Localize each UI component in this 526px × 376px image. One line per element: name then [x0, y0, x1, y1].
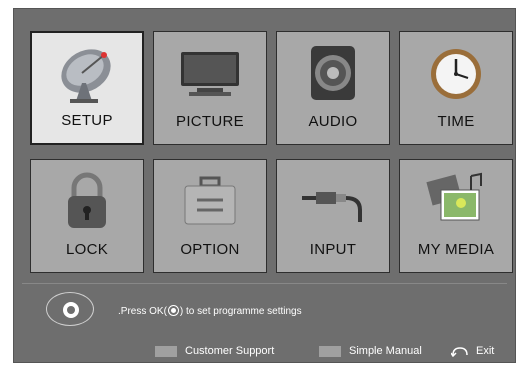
tile-label: SETUP	[61, 112, 113, 129]
tile-label: OPTION	[180, 241, 240, 258]
speaker-icon	[311, 46, 355, 100]
tile-time[interactable]: TIME	[399, 31, 513, 145]
color-key-icon	[319, 345, 341, 357]
tile-label: PICTURE	[176, 113, 244, 130]
cable-plug-icon	[302, 192, 362, 222]
tile-picture[interactable]: PICTURE	[153, 31, 267, 145]
clock-icon	[431, 49, 481, 99]
tile-label: LOCK	[65, 241, 109, 258]
satellite-dish-icon	[61, 49, 111, 103]
simple-manual-button[interactable]: Simple Manual	[319, 345, 422, 357]
tile-input[interactable]: INPUT	[276, 159, 390, 273]
main-menu-screen: SETUP PICTURE AUDIO TIME LOCK OPTION INP…	[13, 8, 516, 363]
tile-label: INPUT	[309, 241, 357, 258]
tile-lock[interactable]: LOCK	[30, 159, 144, 273]
media-photos-icon	[426, 172, 482, 221]
toolbox-icon	[184, 176, 236, 225]
monitor-icon	[181, 52, 239, 96]
exit-button[interactable]: Exit	[451, 345, 494, 357]
customer-support-button[interactable]: Customer Support	[155, 345, 274, 357]
color-key-icon	[155, 345, 177, 357]
tile-setup[interactable]: SETUP	[30, 31, 144, 145]
return-icon	[451, 346, 468, 357]
padlock-icon	[68, 172, 106, 228]
ok-icon	[167, 305, 179, 316]
hint-text: .Press OK() to set programme settings	[118, 305, 302, 317]
tile-option[interactable]: OPTION	[153, 159, 267, 273]
tile-my-media[interactable]: MY MEDIA	[399, 159, 513, 273]
tile-label: MY MEDIA	[417, 241, 495, 258]
tile-label: AUDIO	[308, 113, 358, 130]
ok-button-icon	[46, 292, 94, 326]
divider	[22, 283, 507, 284]
tile-label: TIME	[437, 113, 475, 130]
tile-audio[interactable]: AUDIO	[276, 31, 390, 145]
